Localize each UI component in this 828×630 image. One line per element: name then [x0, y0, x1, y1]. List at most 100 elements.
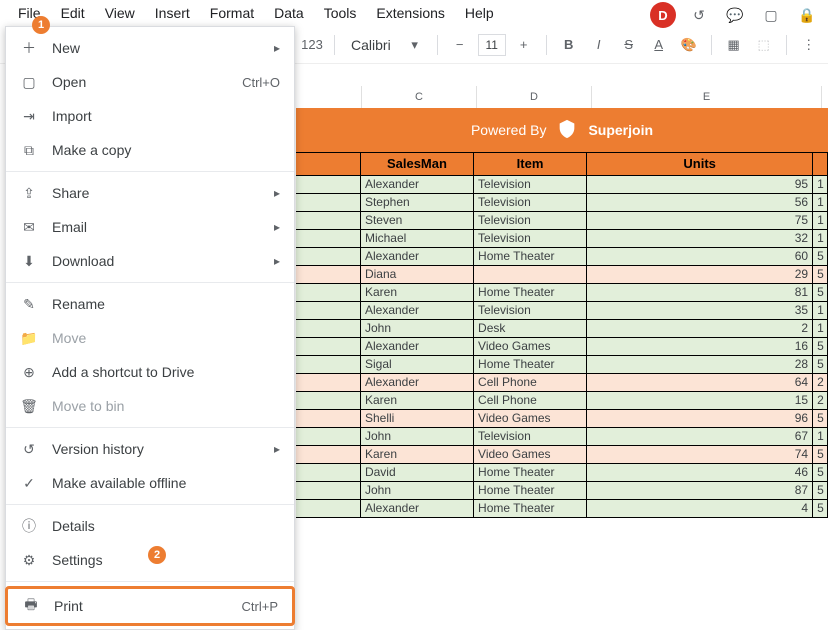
cell[interactable] — [296, 464, 361, 482]
cell-extra[interactable]: 2 — [813, 374, 828, 392]
history-icon[interactable]: ↺ — [686, 2, 712, 28]
cell-salesman[interactable]: Karen — [361, 446, 474, 464]
table-row[interactable]: KarenVideo Games745 — [296, 446, 828, 464]
cell-salesman[interactable]: Alexander — [361, 248, 474, 266]
menu-item-open[interactable]: ▢OpenCtrl+O — [6, 65, 294, 99]
italic-button[interactable]: I — [587, 33, 611, 57]
table-row[interactable]: KarenHome Theater815 — [296, 284, 828, 302]
cell-item[interactable]: Video Games — [474, 410, 587, 428]
cell-units[interactable]: 28 — [587, 356, 813, 374]
cell-extra[interactable]: 5 — [813, 482, 828, 500]
cell-item[interactable] — [474, 266, 587, 284]
table-row[interactable]: AlexanderVideo Games165 — [296, 338, 828, 356]
cell-item[interactable]: Desk — [474, 320, 587, 338]
cell[interactable] — [296, 230, 361, 248]
cell-extra[interactable]: 2 — [813, 392, 828, 410]
cell[interactable] — [296, 248, 361, 266]
cell-units[interactable]: 95 — [587, 176, 813, 194]
menu-item-make-available-offline[interactable]: ✓Make available offline — [6, 466, 294, 500]
table-row[interactable]: AlexanderHome Theater605 — [296, 248, 828, 266]
col-header-c[interactable]: C — [362, 86, 477, 108]
cell-salesman[interactable]: Sigal — [361, 356, 474, 374]
cell-units[interactable]: 75 — [587, 212, 813, 230]
cell-extra[interactable]: 1 — [813, 320, 828, 338]
cell[interactable] — [296, 284, 361, 302]
cell-units[interactable]: 16 — [587, 338, 813, 356]
cell-extra[interactable]: 5 — [813, 410, 828, 428]
cell-extra[interactable]: 5 — [813, 248, 828, 266]
cell-item[interactable]: Television — [474, 428, 587, 446]
cell-salesman[interactable]: Alexander — [361, 374, 474, 392]
cell-units[interactable]: 29 — [587, 266, 813, 284]
cell-item[interactable]: Cell Phone — [474, 374, 587, 392]
header-salesman[interactable]: SalesMan — [361, 152, 474, 176]
cell-salesman[interactable]: Alexander — [361, 500, 474, 518]
cell[interactable] — [296, 320, 361, 338]
cell-salesman[interactable]: David — [361, 464, 474, 482]
cell-item[interactable]: Video Games — [474, 446, 587, 464]
menu-item-download[interactable]: ⬇Download▸ — [6, 244, 294, 278]
menu-view[interactable]: View — [95, 1, 145, 25]
cell-salesman[interactable]: Alexander — [361, 338, 474, 356]
table-row[interactable]: AlexanderHome Theater45 — [296, 500, 828, 518]
cell-salesman[interactable]: John — [361, 482, 474, 500]
merge-button[interactable]: ⬚ — [752, 33, 776, 57]
cell-salesman[interactable]: Diana — [361, 266, 474, 284]
text-color-button[interactable]: A — [647, 33, 671, 57]
table-row[interactable]: KarenCell Phone152 — [296, 392, 828, 410]
cell-extra[interactable]: 5 — [813, 500, 828, 518]
table-row[interactable]: AlexanderTelevision351 — [296, 302, 828, 320]
cell-units[interactable]: 87 — [587, 482, 813, 500]
chevron-down-icon[interactable]: ▾ — [403, 33, 427, 57]
menu-item-details[interactable]: ⓘDetails — [6, 509, 294, 543]
menu-item-import[interactable]: ⇥Import — [6, 99, 294, 133]
cell-salesman[interactable]: Michael — [361, 230, 474, 248]
cell-units[interactable]: 2 — [587, 320, 813, 338]
cell-salesman[interactable]: John — [361, 320, 474, 338]
comment-icon[interactable]: 💬 — [722, 2, 748, 28]
cell[interactable] — [296, 410, 361, 428]
table-row[interactable]: AlexanderTelevision951 — [296, 176, 828, 194]
cell-extra[interactable]: 1 — [813, 194, 828, 212]
cell-extra[interactable]: 1 — [813, 230, 828, 248]
cell-extra[interactable]: 5 — [813, 284, 828, 302]
cell-salesman[interactable]: Alexander — [361, 302, 474, 320]
cell[interactable] — [296, 356, 361, 374]
share-btn-icon[interactable]: 🔒 — [794, 2, 820, 28]
cell-salesman[interactable]: Steven — [361, 212, 474, 230]
cell[interactable] — [296, 302, 361, 320]
menu-item-rename[interactable]: ✎Rename — [6, 287, 294, 321]
font-size-increase[interactable]: + — [512, 33, 536, 57]
table-row[interactable]: StevenTelevision751 — [296, 212, 828, 230]
table-row[interactable]: ShelliVideo Games965 — [296, 410, 828, 428]
cell-item[interactable]: Home Theater — [474, 482, 587, 500]
font-size-input[interactable]: 11 — [478, 34, 506, 56]
menu-tools[interactable]: Tools — [314, 1, 367, 25]
cell-units[interactable]: 4 — [587, 500, 813, 518]
strikethrough-button[interactable]: S — [617, 33, 641, 57]
cell[interactable] — [296, 212, 361, 230]
cell[interactable] — [296, 338, 361, 356]
cell-extra[interactable]: 5 — [813, 446, 828, 464]
menu-format[interactable]: Format — [200, 1, 264, 25]
cell[interactable] — [296, 446, 361, 464]
menu-item-add-a-shortcut-to-drive[interactable]: ⊕Add a shortcut to Drive — [6, 355, 294, 389]
cell-salesman[interactable]: Stephen — [361, 194, 474, 212]
cell-salesman[interactable]: John — [361, 428, 474, 446]
bold-button[interactable]: B — [557, 33, 581, 57]
table-row[interactable]: JohnDesk21 — [296, 320, 828, 338]
cell-extra[interactable]: 5 — [813, 266, 828, 284]
cell-item[interactable]: Home Theater — [474, 284, 587, 302]
cell-item[interactable]: Television — [474, 176, 587, 194]
cell[interactable] — [296, 194, 361, 212]
header-item[interactable]: Item — [474, 152, 587, 176]
cell-units[interactable]: 67 — [587, 428, 813, 446]
cell[interactable] — [296, 482, 361, 500]
cell-item[interactable]: Home Theater — [474, 500, 587, 518]
cell-units[interactable]: 74 — [587, 446, 813, 464]
table-row[interactable]: SigalHome Theater285 — [296, 356, 828, 374]
cell-extra[interactable]: 5 — [813, 338, 828, 356]
menu-insert[interactable]: Insert — [145, 1, 200, 25]
table-row[interactable]: StephenTelevision561 — [296, 194, 828, 212]
cell-item[interactable]: Television — [474, 194, 587, 212]
